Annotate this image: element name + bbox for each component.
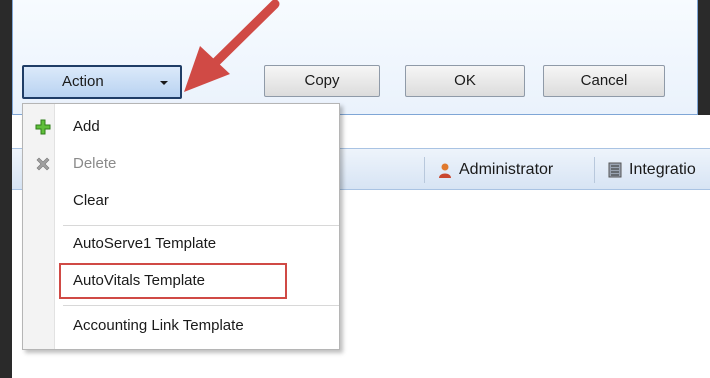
action-label: Action [62, 73, 104, 90]
menu-item-add[interactable]: Add [23, 112, 339, 142]
database-icon [608, 162, 622, 178]
menu-item-label: Clear [73, 192, 109, 209]
menu-separator [63, 225, 339, 226]
menu-separator [63, 305, 339, 306]
delete-icon [36, 157, 50, 171]
ok-button[interactable]: OK [405, 65, 525, 97]
toolbar-item-integration[interactable]: Integratio [594, 157, 710, 183]
window-frame-right [698, 0, 710, 115]
chevron-down-icon [160, 81, 168, 85]
user-icon [439, 163, 451, 178]
menu-item-autoserve1-template[interactable]: AutoServe1 Template [23, 229, 339, 259]
menu-item-clear[interactable]: Clear [23, 186, 339, 216]
menu-item-delete[interactable]: Delete [23, 149, 339, 179]
plus-icon [35, 119, 51, 135]
toolbar-item-administrator[interactable]: Administrator [424, 157, 553, 183]
menu-item-label: Add [73, 118, 100, 135]
menu-item-accounting-link-template[interactable]: Accounting Link Template [23, 311, 339, 341]
window-frame-left [0, 0, 12, 378]
annotation-arrow-icon [184, 0, 280, 92]
annotation-highlight-box [59, 263, 287, 299]
menu-item-label: Accounting Link Template [73, 317, 244, 334]
action-dropdown-menu: Add Delete Clear AutoServe1 Template Aut… [22, 103, 340, 350]
toolbar-item-label: Administrator [459, 161, 554, 178]
toolbar-item-label: Integratio [629, 161, 696, 178]
cancel-button[interactable]: Cancel [543, 65, 665, 97]
menu-item-label: Delete [73, 155, 117, 172]
action-dropdown-button[interactable]: Action [22, 65, 182, 99]
menu-item-label: AutoServe1 Template [73, 235, 217, 252]
